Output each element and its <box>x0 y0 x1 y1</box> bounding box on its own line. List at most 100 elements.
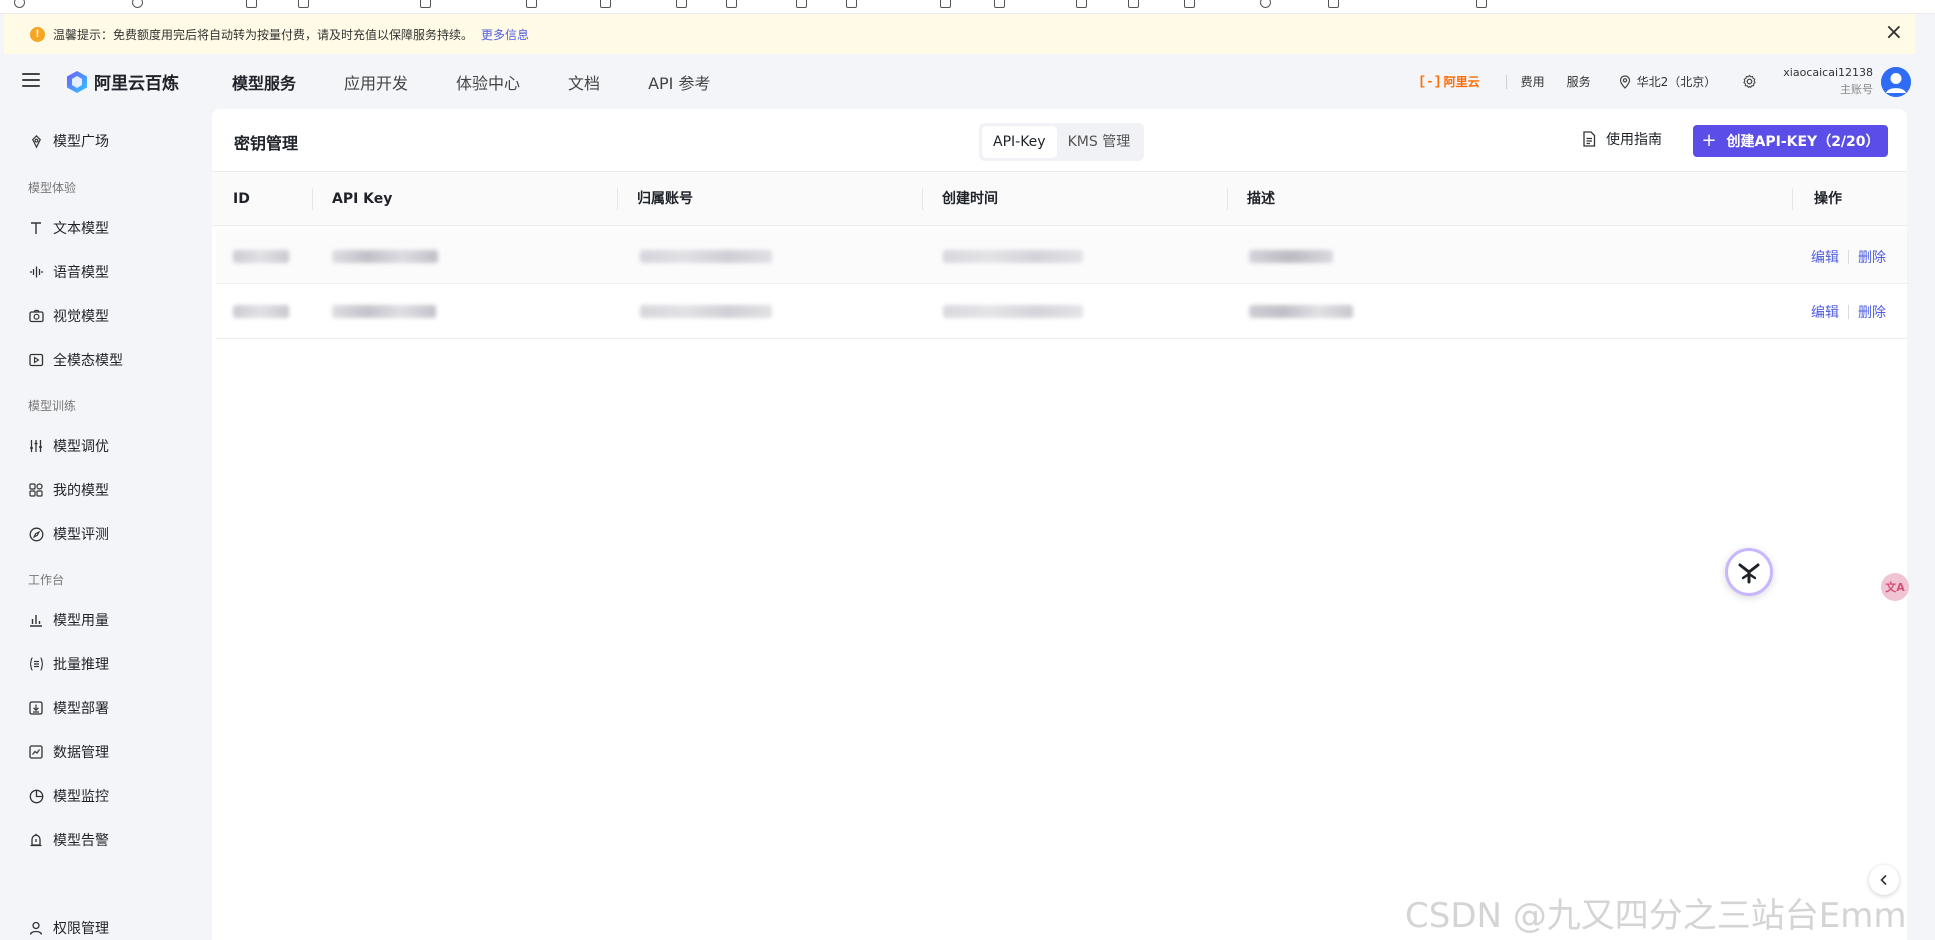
compass-icon <box>28 526 44 542</box>
more-info-link[interactable]: 更多信息 <box>481 26 529 43</box>
tab-api-key[interactable]: API-Key <box>982 126 1057 158</box>
notice-banner: ! 温馨提示：免费额度用完后将自动转为按量付费，请及时充值以保障服务持续。 更多… <box>4 14 1915 54</box>
bookmark-item[interactable] <box>14 0 31 10</box>
sidebar-item-alert[interactable]: 模型告警 <box>28 829 109 851</box>
ai-assistant-button[interactable] <box>1725 548 1773 596</box>
bookmark-item[interactable] <box>1128 0 1145 10</box>
brand-name: 阿里云百炼 <box>94 74 179 94</box>
sidebar-item-batch-inference[interactable]: 批量推理 <box>28 653 109 675</box>
gear-icon[interactable] <box>1742 74 1757 89</box>
column-header-created: 创建时间 <box>942 191 998 207</box>
account-role: 主账号 <box>1840 83 1873 96</box>
assistant-logo-icon <box>1738 563 1760 584</box>
avatar[interactable] <box>1881 66 1911 97</box>
sidebar-item-model-square[interactable]: 模型广场 <box>28 130 109 152</box>
bookmark-item[interactable] <box>726 0 743 10</box>
camera-icon <box>28 308 44 324</box>
bookmark-item[interactable] <box>600 0 617 10</box>
row-actions: 编辑 删除 <box>1811 229 1886 284</box>
bookmark-item[interactable] <box>846 0 863 10</box>
sidebar-item-speech-model[interactable]: 语音模型 <box>28 261 109 283</box>
row-actions: 编辑 删除 <box>1811 284 1886 339</box>
apps-grid-icon <box>28 482 44 498</box>
bookmark-item[interactable] <box>1184 0 1201 10</box>
bookmarks-bar <box>0 0 1935 14</box>
pie-chart-icon <box>28 788 44 804</box>
sliders-icon <box>28 438 44 454</box>
tab-app-dev[interactable]: 应用开发 <box>344 70 408 94</box>
service-link[interactable]: 服务 <box>1567 73 1591 90</box>
location-icon <box>1619 74 1630 89</box>
redacted-cell <box>640 305 772 318</box>
menu-icon[interactable] <box>22 73 40 87</box>
text-icon <box>28 220 44 236</box>
sidebar-item-text-model[interactable]: 文本模型 <box>28 217 109 239</box>
region-selector[interactable]: 华北2（北京） <box>1619 73 1716 90</box>
warning-icon: ! <box>30 26 45 42</box>
edit-button[interactable]: 编辑 <box>1811 247 1839 267</box>
sidebar-item-usage[interactable]: 模型用量 <box>28 609 109 631</box>
column-header-actions: 操作 <box>1814 191 1842 207</box>
translate-icon[interactable]: 文A <box>1881 573 1909 601</box>
bookmark-item[interactable] <box>994 0 1011 10</box>
usage-guide-button[interactable]: 使用指南 <box>1582 129 1662 149</box>
brand-logo[interactable]: 阿里云百炼 <box>66 69 179 94</box>
brackets-list-icon <box>28 656 44 672</box>
chevron-left-icon <box>1880 874 1887 886</box>
bookmark-item[interactable] <box>796 0 813 10</box>
delete-button[interactable]: 删除 <box>1858 302 1886 322</box>
column-header-description: 描述 <box>1247 191 1275 207</box>
sidebar-item-data[interactable]: 数据管理 <box>28 741 109 763</box>
sidebar-item-deploy[interactable]: 模型部署 <box>28 697 109 719</box>
tab-experience[interactable]: 体验中心 <box>456 70 520 94</box>
banner-text: 温馨提示：免费额度用完后将自动转为按量付费，请及时充值以保障服务持续。 <box>53 27 474 42</box>
redacted-cell <box>1249 305 1353 318</box>
sidebar-group-title: 工作台 <box>28 573 65 587</box>
bookmark-item[interactable] <box>246 0 263 10</box>
redacted-cell <box>943 305 1083 318</box>
table-header: ID API Key 归属账号 创建时间 描述 操作 <box>212 172 1907 226</box>
sidebar-item-omni-model[interactable]: 全模态模型 <box>28 349 123 371</box>
bar-chart-icon <box>28 612 44 628</box>
redacted-cell <box>332 305 436 318</box>
video-icon <box>28 352 44 368</box>
tab-api-ref[interactable]: API 参考 <box>648 70 710 94</box>
column-divider <box>1792 188 1793 210</box>
sidebar-group-title: 模型体验 <box>28 181 77 195</box>
sidebar-item-monitor[interactable]: 模型监控 <box>28 785 109 807</box>
bookmark-item[interactable] <box>420 0 437 10</box>
bookmark-item[interactable] <box>940 0 957 10</box>
sidebar-item-vision-model[interactable]: 视觉模型 <box>28 305 109 327</box>
alarm-icon <box>28 832 44 848</box>
edit-button[interactable]: 编辑 <box>1811 302 1839 322</box>
main-nav-tabs: 模型服务 应用开发 体验中心 文档 API 参考 <box>232 54 758 109</box>
bookmark-item[interactable] <box>676 0 693 10</box>
sidebar: 模型广场 模型体验 文本模型 语音模型 视觉模型 全模态模型 模型训练 模型调优… <box>4 109 212 940</box>
account-info[interactable]: xiaocaicai12138 主账号 <box>1783 66 1873 97</box>
sidebar-item-my-models[interactable]: 我的模型 <box>28 479 109 501</box>
column-divider <box>617 188 618 210</box>
sidebar-item-fine-tune[interactable]: 模型调优 <box>28 435 109 457</box>
aliyun-logo[interactable]: [-] 阿里云 <box>1418 73 1479 90</box>
table-row: 编辑 删除 <box>216 284 1907 339</box>
tab-kms[interactable]: KMS 管理 <box>1057 126 1142 158</box>
bookmark-item[interactable] <box>1260 0 1277 10</box>
column-divider <box>922 188 923 210</box>
tab-model-service[interactable]: 模型服务 <box>232 70 296 94</box>
sidebar-item-evaluation[interactable]: 模型评测 <box>28 523 109 545</box>
sidebar-item-permissions[interactable]: 权限管理 <box>28 917 109 939</box>
bookmark-item[interactable] <box>298 0 315 10</box>
column-header-id: ID <box>233 191 250 207</box>
bookmark-item[interactable] <box>1076 0 1093 10</box>
create-api-key-button[interactable]: + 创建API-KEY（2/20） <box>1693 125 1888 157</box>
bookmark-item[interactable] <box>1328 0 1345 10</box>
bookmark-item[interactable] <box>526 0 543 10</box>
bookmark-item[interactable] <box>132 0 149 10</box>
bookmark-item[interactable] <box>1476 0 1493 10</box>
action-divider <box>1848 249 1849 264</box>
tab-docs[interactable]: 文档 <box>568 70 600 94</box>
nav-divider <box>1505 74 1507 89</box>
delete-button[interactable]: 删除 <box>1858 247 1886 267</box>
cost-link[interactable]: 费用 <box>1521 73 1545 90</box>
close-icon[interactable]: × <box>1885 22 1903 44</box>
